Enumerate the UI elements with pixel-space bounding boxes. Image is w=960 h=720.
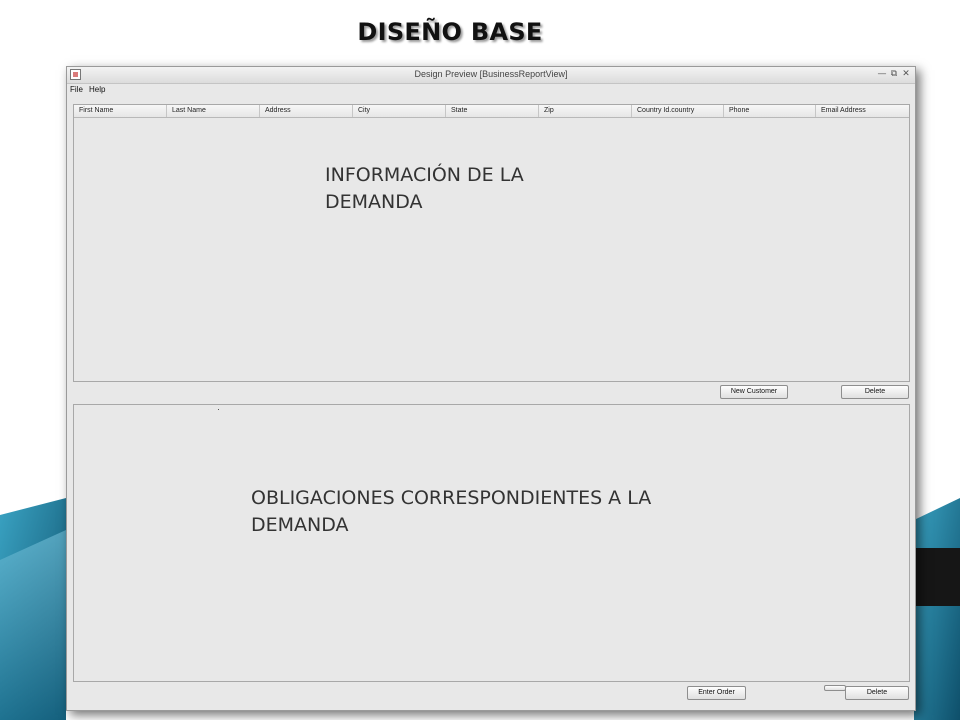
- column-header-country[interactable]: Country Id.country: [632, 105, 724, 117]
- top-panel-annotation: INFORMACIÓN DE LA DEMANDA: [325, 164, 524, 213]
- menu-bar: File Help: [67, 84, 915, 96]
- enter-order-button[interactable]: Enter Order: [687, 686, 746, 700]
- column-header-city[interactable]: City: [353, 105, 446, 117]
- orders-panel[interactable]: [73, 404, 910, 682]
- column-header-zip[interactable]: Zip: [539, 105, 632, 117]
- column-header-first-name[interactable]: First Name: [74, 105, 167, 117]
- customer-table-panel[interactable]: First Name Last Name Address City State …: [73, 104, 910, 382]
- column-header-last-name[interactable]: Last Name: [167, 105, 260, 117]
- menu-help[interactable]: Help: [89, 84, 105, 96]
- bottom-panel-annotation: OBLIGACIONES CORRESPONDIENTES A LA DEMAN…: [251, 487, 652, 536]
- column-header-email[interactable]: Email Address: [816, 105, 909, 117]
- menu-file[interactable]: File: [70, 84, 83, 96]
- unlabeled-button[interactable]: [824, 685, 846, 691]
- table-header: First Name Last Name Address City State …: [74, 105, 909, 118]
- stray-dot: [218, 409, 219, 410]
- window-title: Design Preview [BusinessReportView]: [414, 69, 568, 79]
- restore-icon[interactable]: ⧉: [888, 69, 900, 80]
- delete-order-button[interactable]: Delete: [845, 686, 909, 700]
- delete-customer-button[interactable]: Delete: [841, 385, 909, 399]
- column-header-state[interactable]: State: [446, 105, 539, 117]
- column-header-phone[interactable]: Phone: [724, 105, 816, 117]
- new-customer-button[interactable]: New Customer: [720, 385, 788, 399]
- close-icon[interactable]: ✕: [900, 69, 912, 80]
- slide-title: DISEÑO BASE: [357, 18, 543, 46]
- minimize-icon[interactable]: —: [876, 69, 888, 80]
- app-window: Design Preview [BusinessReportView] — ⧉ …: [66, 66, 916, 711]
- column-header-address[interactable]: Address: [260, 105, 353, 117]
- window-titlebar[interactable]: Design Preview [BusinessReportView] — ⧉ …: [67, 67, 915, 84]
